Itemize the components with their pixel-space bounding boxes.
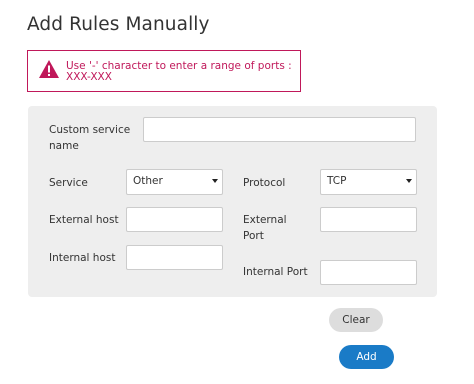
chevron-down-icon bbox=[212, 179, 218, 183]
warning-triangle-icon bbox=[39, 60, 59, 78]
external-port-input[interactable] bbox=[320, 207, 417, 232]
internal-host-label: Internal host bbox=[49, 252, 116, 264]
add-button[interactable]: Add bbox=[339, 345, 394, 369]
service-label: Service bbox=[49, 177, 88, 189]
external-port-label: External Port bbox=[243, 214, 287, 242]
internal-host-input[interactable] bbox=[126, 245, 223, 270]
alert-message: Use '-' character to enter a range of po… bbox=[66, 60, 292, 83]
chevron-down-icon bbox=[406, 179, 412, 183]
internal-port-input[interactable] bbox=[320, 260, 417, 285]
protocol-label: Protocol bbox=[243, 177, 286, 189]
internal-port-label: Internal Port bbox=[243, 266, 308, 278]
external-host-input[interactable] bbox=[126, 207, 223, 232]
port-range-alert: Use '-' character to enter a range of po… bbox=[27, 50, 301, 92]
service-select[interactable]: Other bbox=[126, 169, 223, 195]
custom-service-name-label: Custom service name bbox=[49, 124, 131, 152]
rule-form-panel: Custom service name Service Other Protoc… bbox=[28, 106, 437, 297]
page-title: Add Rules Manually bbox=[27, 14, 210, 35]
protocol-select[interactable]: TCP bbox=[320, 169, 417, 195]
clear-button[interactable]: Clear bbox=[329, 308, 383, 332]
custom-service-name-input[interactable] bbox=[143, 117, 416, 142]
service-selected-value: Other bbox=[133, 175, 163, 187]
protocol-selected-value: TCP bbox=[327, 175, 347, 187]
external-host-label: External host bbox=[49, 214, 119, 226]
